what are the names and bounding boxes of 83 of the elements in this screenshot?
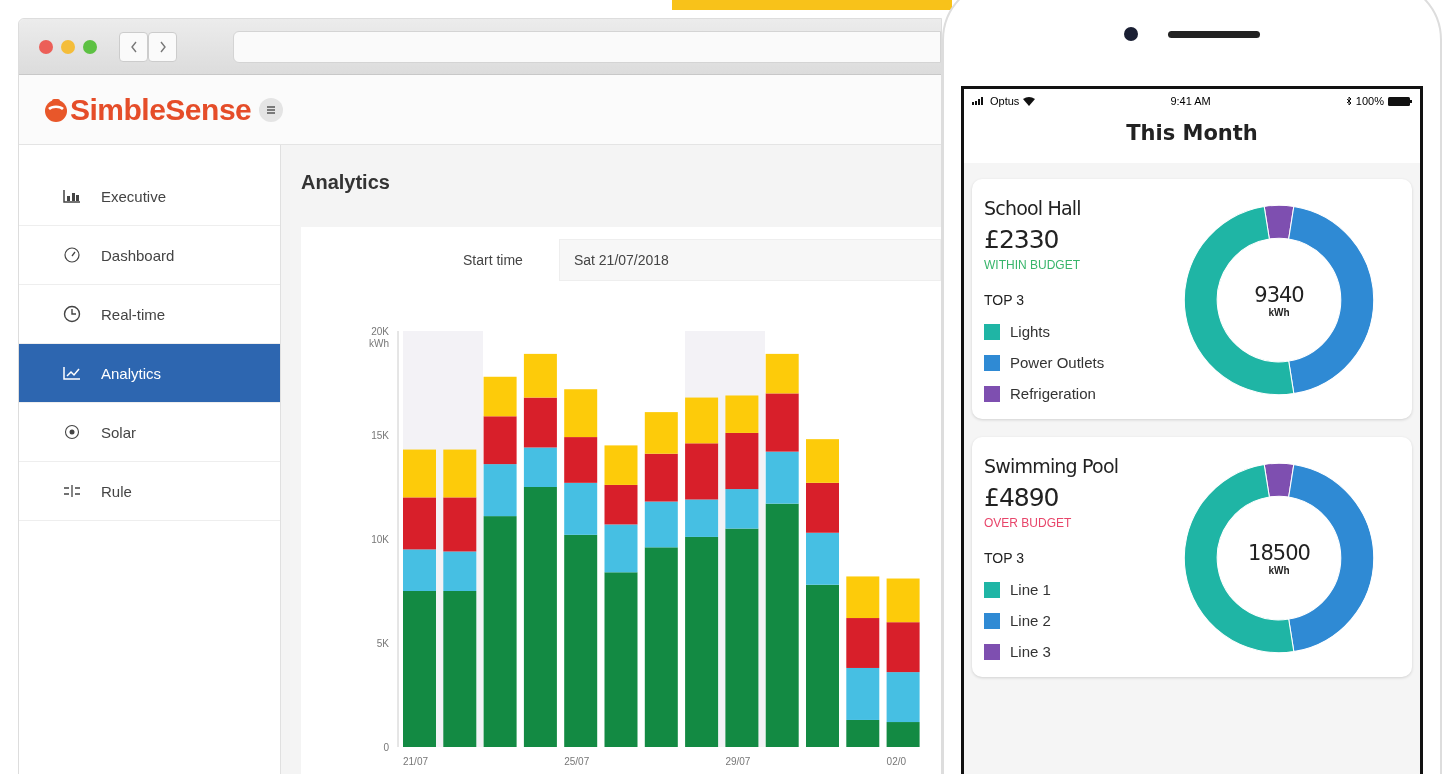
carrier-name: Optus [990, 95, 1020, 107]
gauge-icon [63, 247, 81, 263]
total-value: 9340 [1254, 282, 1304, 307]
bar-segment [564, 437, 598, 483]
back-icon [128, 39, 139, 54]
budget-status: WITHIN BUDGET [984, 258, 1081, 272]
sidebar-item[interactable]: Solar [19, 403, 280, 462]
bar-segment [886, 622, 920, 673]
bar-segment [604, 445, 638, 485]
bar-segment [443, 497, 477, 552]
battery-percent: 100% [1355, 95, 1384, 107]
sidebar-item[interactable]: Analytics [19, 344, 280, 403]
y-tick-label: 0 [383, 742, 389, 753]
cost-amount: £2330 [984, 225, 1060, 254]
cost-amount: £4890 [984, 483, 1060, 512]
bar-chart-icon [63, 189, 81, 203]
minimize-button[interactable] [61, 39, 75, 54]
signal-icon [972, 97, 986, 105]
sidebar-item[interactable]: Executive [19, 167, 280, 226]
close-button[interactable] [39, 39, 53, 54]
logo-icon [43, 96, 69, 123]
camera-dot [1124, 27, 1138, 41]
start-time-field[interactable]: Sat 21/07/2018 [558, 239, 941, 281]
clock-icon [63, 305, 81, 323]
x-tick-label: 29/07 [725, 756, 751, 767]
total-unit: kWh [1268, 564, 1290, 576]
wifi-icon [1023, 96, 1036, 106]
site-name: School Hall [984, 197, 1082, 219]
bar-segment [846, 576, 880, 619]
status-time: 9:41 AM [1170, 95, 1211, 107]
total-value: 18500 [1248, 540, 1310, 565]
maximize-button[interactable] [83, 39, 97, 54]
budget-status: OVER BUDGET [984, 516, 1073, 530]
address-bar[interactable] [233, 30, 941, 63]
bar-segment [403, 497, 436, 550]
bar-segment [564, 389, 598, 438]
line-chart-icon [63, 366, 81, 380]
battery-icon [1388, 96, 1412, 106]
y-tick-label: 5K [376, 638, 389, 649]
y-tick-label: 10K [371, 534, 389, 545]
legend-label: Lights [1010, 323, 1051, 340]
legend-label: Line 3 [1010, 643, 1051, 660]
bar-segment [806, 439, 839, 483]
y-tick-label: 15K [371, 430, 389, 441]
legend-label: Power Outlets [1010, 354, 1105, 371]
top-heading: TOP 3 [984, 292, 1025, 308]
bar-segment [685, 397, 719, 444]
legend-label: Refrigeration [1010, 385, 1096, 402]
sidebar-item[interactable]: Rule [19, 462, 280, 521]
bar-segment [523, 397, 557, 448]
legend-label: Line 2 [1010, 612, 1051, 629]
y-axis-label: kWh [369, 338, 389, 349]
bar-segment [443, 449, 477, 498]
menu-button[interactable] [259, 97, 284, 122]
bluetooth-icon [1345, 96, 1352, 106]
x-tick-label: 21/07 [403, 756, 429, 767]
bar-segment [806, 482, 839, 533]
y-tick-label: 20K [371, 326, 389, 337]
menu-icon [266, 104, 277, 115]
x-tick-label: 25/07 [564, 756, 590, 767]
sidebar-item[interactable]: Dashboard [19, 226, 280, 285]
back-button[interactable] [119, 31, 148, 62]
bar-segment [886, 578, 920, 623]
rule-icon [63, 484, 81, 498]
bar-segment [644, 453, 678, 502]
top-heading: TOP 3 [984, 550, 1025, 566]
bar-segment [523, 353, 557, 398]
legend-label: Line 1 [1010, 581, 1051, 598]
screen-title: This Month [964, 113, 1420, 163]
bar-segment [403, 449, 436, 498]
logo-text: SimbleSense [70, 92, 252, 127]
bar-segment [483, 376, 517, 417]
site-name: Swimming Pool [984, 455, 1119, 477]
total-unit: kWh [1268, 306, 1290, 318]
page-title: Analytics [301, 171, 391, 195]
bar-segment [846, 618, 880, 668]
start-time-label: Start time [463, 252, 523, 268]
bar-segment [483, 416, 517, 465]
x-tick-label: 02/0 [886, 756, 907, 767]
bar-segment [604, 484, 638, 525]
forward-button[interactable] [148, 31, 177, 62]
bar-segment [644, 412, 678, 454]
sun-icon [63, 424, 81, 440]
